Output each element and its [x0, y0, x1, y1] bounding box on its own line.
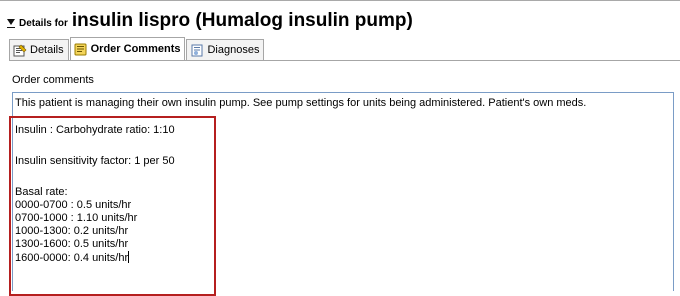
order-comments-icon	[74, 43, 87, 55]
tab-details[interactable]: Details	[9, 39, 69, 60]
comment-text-line: This patient is managing their own insul…	[15, 97, 587, 109]
collapse-triangle-icon[interactable]	[7, 19, 15, 25]
order-comments-label: Order comments	[12, 74, 94, 86]
collapse-underline	[7, 27, 15, 28]
details-prefix: Details for	[19, 18, 68, 29]
details-icon	[13, 44, 27, 56]
diagnoses-icon	[191, 44, 203, 56]
details-header: Details for insulin lispro (Humalog insu…	[5, 4, 413, 32]
tab-diagnoses-label: Diagnoses	[207, 44, 260, 56]
tab-strip: Details Order Comments Diagnoses	[9, 37, 265, 60]
highlight-box	[9, 116, 216, 296]
tab-order-comments[interactable]: Order Comments	[69, 37, 186, 60]
order-title: insulin lispro (Humalog insulin pump)	[71, 10, 413, 31]
tab-order-comments-label: Order Comments	[90, 43, 181, 55]
top-divider	[0, 0, 680, 1]
tab-baseline	[9, 60, 680, 61]
tab-diagnoses[interactable]: Diagnoses	[186, 39, 265, 60]
tab-details-label: Details	[30, 44, 64, 56]
